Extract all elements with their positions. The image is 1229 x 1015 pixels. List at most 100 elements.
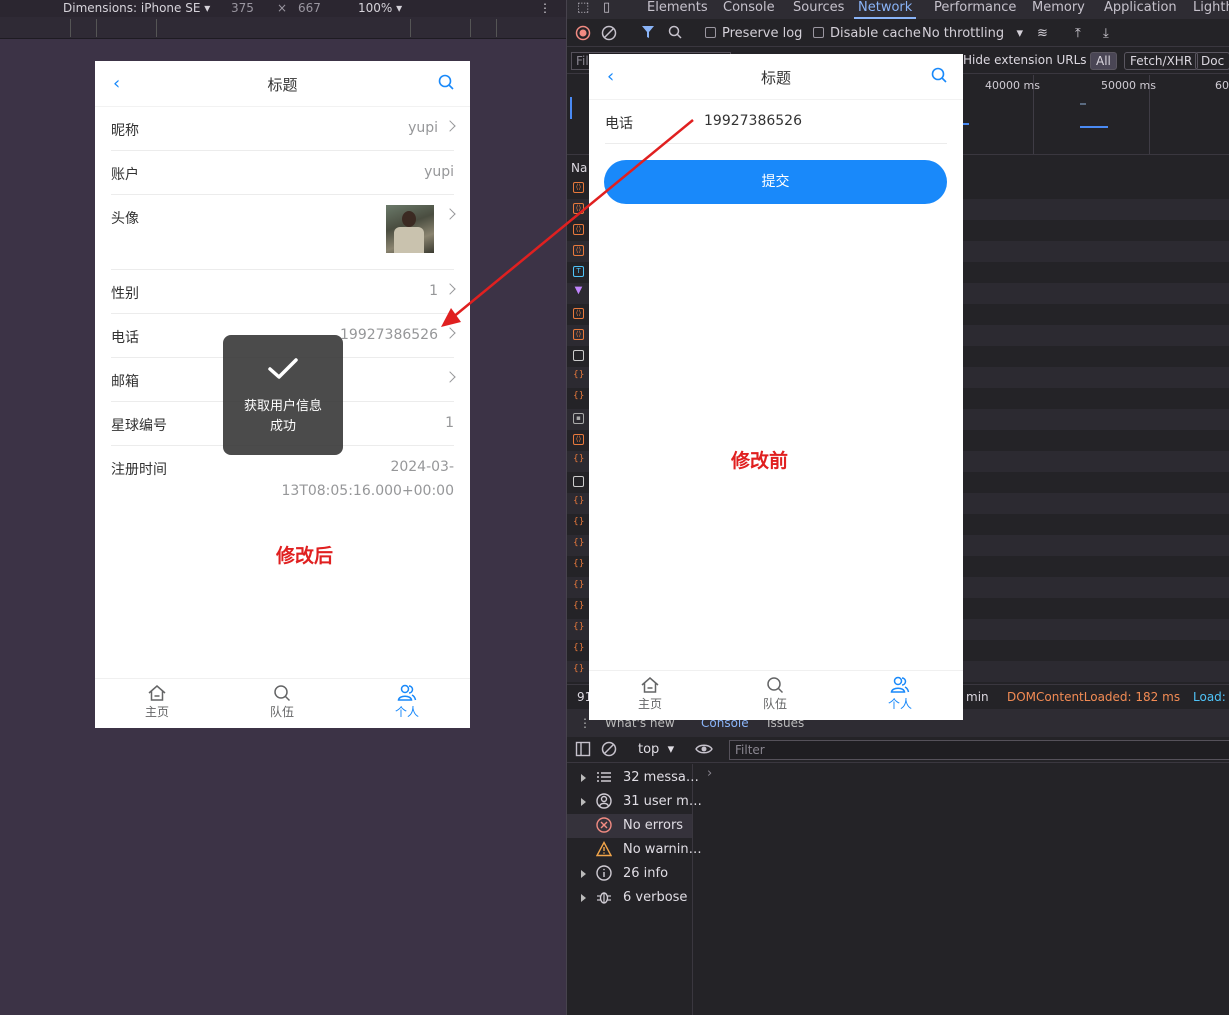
inspect-icon[interactable]: ⬚ <box>577 0 589 15</box>
network-toolbar: Preserve log Disable cache No throttling… <box>567 21 1229 47</box>
clear-icon[interactable] <box>601 25 617 45</box>
tab-application[interactable]: Application <box>1104 0 1177 15</box>
tab-network[interactable]: Network <box>854 0 917 19</box>
cell-value: yupi <box>408 120 438 136</box>
tab-home[interactable]: 主页 <box>127 684 187 720</box>
device-select[interactable]: Dimensions: iPhone SE ▾ <box>63 1 210 15</box>
annotation-after: 修改后 <box>276 545 334 567</box>
eye-icon[interactable] <box>695 741 713 761</box>
script-icon: {} <box>573 601 585 611</box>
script-icon: {} <box>573 370 585 380</box>
sidebar-warnings[interactable]: No warnin… <box>567 838 702 862</box>
filter-icon[interactable] <box>641 25 655 43</box>
tab-label: 个人 <box>887 697 912 711</box>
cell-value: 1 <box>429 283 438 299</box>
cell-label: 电话 <box>111 330 139 346</box>
tab-sources[interactable]: Sources <box>793 0 844 15</box>
cell-value: yupi <box>424 164 454 180</box>
tab-team[interactable]: 队伍 <box>252 684 312 720</box>
device-height[interactable]: 667 <box>298 1 321 15</box>
xhr-icon: ⟨⟩ <box>573 308 584 319</box>
tab-label: 主页 <box>144 705 169 719</box>
sidebar-label: 32 messa… <box>623 770 699 785</box>
tab-performance[interactable]: Performance <box>934 0 1016 15</box>
friends-icon <box>397 684 417 701</box>
tab-me[interactable]: 个人 <box>870 676 930 712</box>
phone-input[interactable]: 19927386526 <box>704 113 802 129</box>
device-width[interactable]: 375 <box>231 1 254 15</box>
dimension-times: × <box>277 1 288 15</box>
cell-gender[interactable]: 性别 1 <box>111 270 456 314</box>
console-filter-input[interactable]: Filter <box>729 740 1229 760</box>
phone-before: ‹ 标题 电话 19927386526 提交 修改前 主页 队伍 个人 <box>589 54 963 720</box>
toast-line: 获取用户信息 <box>243 399 322 414</box>
zoom-select[interactable]: 100% ▾ <box>358 1 402 15</box>
wifi-icon[interactable]: ≋ <box>1037 26 1048 41</box>
nav-bar: ‹ 标题 <box>589 54 963 100</box>
friends-icon <box>890 676 910 693</box>
document-icon <box>573 350 584 361</box>
cell-value: 19927386526 <box>340 327 438 343</box>
tab-elements[interactable]: Elements <box>647 0 708 15</box>
tab-console[interactable]: Console <box>723 0 775 15</box>
script-icon: {} <box>573 664 585 674</box>
throttling-select[interactable]: No throttling ▾ <box>922 26 1023 41</box>
upload-icon[interactable]: ⤒ <box>1075 26 1081 41</box>
nav-title: 标题 <box>267 76 298 94</box>
tab-me[interactable]: 个人 <box>377 684 437 720</box>
sidebar-info[interactable]: 26 info <box>567 862 692 886</box>
device-toolbar: Dimensions: iPhone SE ▾ 375 × 667 100% ▾… <box>0 0 566 17</box>
tab-label: 主页 <box>637 697 662 711</box>
search-icon[interactable] <box>438 74 454 94</box>
phone-field[interactable]: 电话 19927386526 <box>605 100 947 144</box>
chevron-right-icon <box>444 120 456 132</box>
user-icon <box>596 793 612 813</box>
search-icon[interactable] <box>931 67 947 87</box>
devtools-tabs: ⬚ ▯ Elements Console Sources Network Per… <box>567 0 1229 19</box>
chip-fetch-xhr[interactable]: Fetch/XHR <box>1124 52 1199 70</box>
hide-extension-urls[interactable]: Hide extension URLs <box>963 53 1087 67</box>
disable-cache-checkbox[interactable]: Disable cache <box>813 26 921 41</box>
cell-label: 昵称 <box>111 123 139 139</box>
context-select[interactable]: top ▾ <box>638 742 674 757</box>
download-icon[interactable]: ⤓ <box>1103 26 1109 41</box>
cell-label: 账户 <box>111 167 139 183</box>
clear-console-icon[interactable] <box>601 741 617 761</box>
sidebar-verbose[interactable]: 6 verbose <box>567 886 692 910</box>
sidebar-label: No warnin… <box>623 842 702 857</box>
home-icon <box>641 677 659 693</box>
submit-button[interactable]: 提交 <box>604 160 947 204</box>
tab-memory[interactable]: Memory <box>1032 0 1085 15</box>
cell-value: 2024-03- <box>390 459 454 475</box>
cell-value: 1 <box>445 415 454 431</box>
chip-doc[interactable]: Doc <box>1195 52 1229 70</box>
chip-all[interactable]: All <box>1090 52 1117 70</box>
submit-label: 提交 <box>761 174 790 190</box>
sidebar-toggle-icon[interactable] <box>575 741 591 761</box>
console-prompt[interactable]: › <box>707 766 712 781</box>
tab-lighthouse[interactable]: Lighth <box>1193 0 1229 15</box>
more-icon[interactable]: ⋮ <box>539 1 551 15</box>
tab-bar: 主页 队伍 个人 <box>589 670 963 720</box>
document-icon <box>573 476 584 487</box>
cell-avatar[interactable]: 头像 <box>111 195 456 270</box>
record-icon[interactable] <box>575 25 591 45</box>
tab-home[interactable]: 主页 <box>620 676 680 712</box>
device-toggle-icon[interactable]: ▯ <box>603 0 610 15</box>
sidebar-user-messages[interactable]: 31 user m… <box>567 790 702 814</box>
image-icon: ▪ <box>573 413 584 424</box>
sidebar-messages[interactable]: 32 messa… <box>567 766 699 790</box>
ruler <box>0 17 566 39</box>
sidebar-label: 6 verbose <box>623 890 688 905</box>
script-icon: {} <box>573 517 585 527</box>
timeline-tick: 40000 ms <box>985 79 1040 92</box>
cell-label: 星球编号 <box>111 418 167 434</box>
cell-nickname[interactable]: 昵称 yupi <box>111 107 456 151</box>
script-icon: {} <box>573 580 585 590</box>
search-icon[interactable] <box>668 25 682 43</box>
cell-label: 性别 <box>111 286 139 302</box>
xhr-icon: ⟨⟩ <box>573 245 584 256</box>
tab-team[interactable]: 队伍 <box>745 676 805 712</box>
sidebar-errors[interactable]: No errors <box>567 814 692 838</box>
preserve-log-checkbox[interactable]: Preserve log <box>705 26 802 41</box>
